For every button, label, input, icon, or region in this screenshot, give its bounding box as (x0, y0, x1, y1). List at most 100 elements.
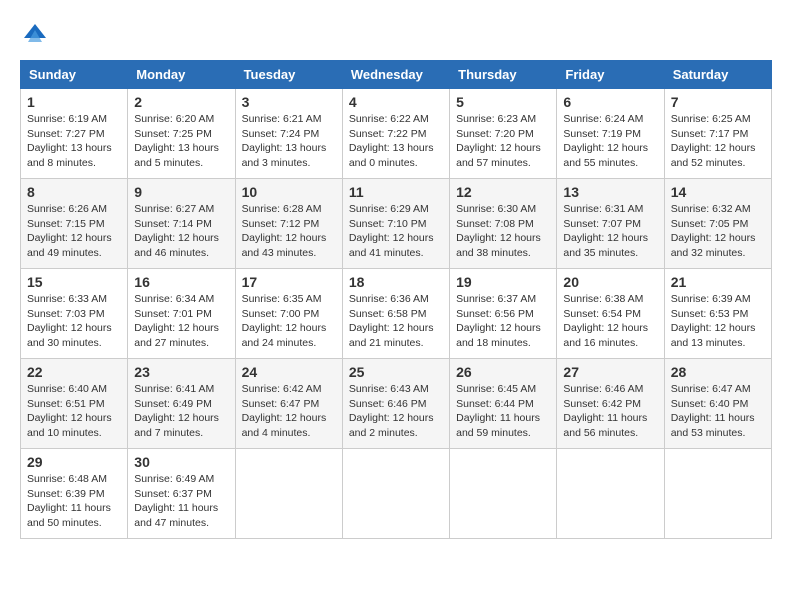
day-number: 13 (563, 184, 657, 200)
calendar-cell: 2 Sunrise: 6:20 AM Sunset: 7:25 PM Dayli… (128, 89, 235, 179)
day-info: Sunrise: 6:31 AM Sunset: 7:07 PM Dayligh… (563, 202, 657, 261)
calendar-cell: 19 Sunrise: 6:37 AM Sunset: 6:56 PM Dayl… (450, 269, 557, 359)
day-number: 28 (671, 364, 765, 380)
day-info: Sunrise: 6:47 AM Sunset: 6:40 PM Dayligh… (671, 382, 765, 441)
calendar-cell: 17 Sunrise: 6:35 AM Sunset: 7:00 PM Dayl… (235, 269, 342, 359)
day-info: Sunrise: 6:35 AM Sunset: 7:00 PM Dayligh… (242, 292, 336, 351)
calendar-cell: 22 Sunrise: 6:40 AM Sunset: 6:51 PM Dayl… (21, 359, 128, 449)
weekday-header-tuesday: Tuesday (235, 61, 342, 89)
calendar-cell (557, 449, 664, 539)
day-info: Sunrise: 6:36 AM Sunset: 6:58 PM Dayligh… (349, 292, 443, 351)
day-info: Sunrise: 6:25 AM Sunset: 7:17 PM Dayligh… (671, 112, 765, 171)
day-info: Sunrise: 6:19 AM Sunset: 7:27 PM Dayligh… (27, 112, 121, 171)
day-info: Sunrise: 6:46 AM Sunset: 6:42 PM Dayligh… (563, 382, 657, 441)
day-number: 27 (563, 364, 657, 380)
calendar-cell: 6 Sunrise: 6:24 AM Sunset: 7:19 PM Dayli… (557, 89, 664, 179)
calendar-cell: 25 Sunrise: 6:43 AM Sunset: 6:46 PM Dayl… (342, 359, 449, 449)
calendar-cell (664, 449, 771, 539)
day-number: 15 (27, 274, 121, 290)
calendar-cell: 23 Sunrise: 6:41 AM Sunset: 6:49 PM Dayl… (128, 359, 235, 449)
weekday-header-monday: Monday (128, 61, 235, 89)
day-number: 9 (134, 184, 228, 200)
calendar-cell: 15 Sunrise: 6:33 AM Sunset: 7:03 PM Dayl… (21, 269, 128, 359)
logo-icon (20, 20, 50, 50)
weekday-header-saturday: Saturday (664, 61, 771, 89)
day-info: Sunrise: 6:39 AM Sunset: 6:53 PM Dayligh… (671, 292, 765, 351)
calendar-cell: 30 Sunrise: 6:49 AM Sunset: 6:37 PM Dayl… (128, 449, 235, 539)
calendar-cell: 20 Sunrise: 6:38 AM Sunset: 6:54 PM Dayl… (557, 269, 664, 359)
day-number: 23 (134, 364, 228, 380)
day-info: Sunrise: 6:34 AM Sunset: 7:01 PM Dayligh… (134, 292, 228, 351)
calendar-cell: 26 Sunrise: 6:45 AM Sunset: 6:44 PM Dayl… (450, 359, 557, 449)
day-number: 17 (242, 274, 336, 290)
day-info: Sunrise: 6:21 AM Sunset: 7:24 PM Dayligh… (242, 112, 336, 171)
day-number: 24 (242, 364, 336, 380)
day-info: Sunrise: 6:38 AM Sunset: 6:54 PM Dayligh… (563, 292, 657, 351)
day-number: 8 (27, 184, 121, 200)
day-number: 14 (671, 184, 765, 200)
day-info: Sunrise: 6:41 AM Sunset: 6:49 PM Dayligh… (134, 382, 228, 441)
day-number: 2 (134, 94, 228, 110)
day-info: Sunrise: 6:40 AM Sunset: 6:51 PM Dayligh… (27, 382, 121, 441)
day-info: Sunrise: 6:26 AM Sunset: 7:15 PM Dayligh… (27, 202, 121, 261)
calendar-cell: 1 Sunrise: 6:19 AM Sunset: 7:27 PM Dayli… (21, 89, 128, 179)
day-info: Sunrise: 6:49 AM Sunset: 6:37 PM Dayligh… (134, 472, 228, 531)
calendar-cell: 18 Sunrise: 6:36 AM Sunset: 6:58 PM Dayl… (342, 269, 449, 359)
calendar-cell: 24 Sunrise: 6:42 AM Sunset: 6:47 PM Dayl… (235, 359, 342, 449)
day-info: Sunrise: 6:43 AM Sunset: 6:46 PM Dayligh… (349, 382, 443, 441)
calendar-table: SundayMondayTuesdayWednesdayThursdayFrid… (20, 60, 772, 539)
day-number: 21 (671, 274, 765, 290)
day-number: 6 (563, 94, 657, 110)
day-info: Sunrise: 6:30 AM Sunset: 7:08 PM Dayligh… (456, 202, 550, 261)
day-number: 30 (134, 454, 228, 470)
weekday-header-thursday: Thursday (450, 61, 557, 89)
day-info: Sunrise: 6:24 AM Sunset: 7:19 PM Dayligh… (563, 112, 657, 171)
day-info: Sunrise: 6:20 AM Sunset: 7:25 PM Dayligh… (134, 112, 228, 171)
calendar-cell: 4 Sunrise: 6:22 AM Sunset: 7:22 PM Dayli… (342, 89, 449, 179)
day-number: 25 (349, 364, 443, 380)
day-number: 10 (242, 184, 336, 200)
day-number: 18 (349, 274, 443, 290)
day-number: 4 (349, 94, 443, 110)
calendar-cell: 9 Sunrise: 6:27 AM Sunset: 7:14 PM Dayli… (128, 179, 235, 269)
weekday-header-sunday: Sunday (21, 61, 128, 89)
day-info: Sunrise: 6:27 AM Sunset: 7:14 PM Dayligh… (134, 202, 228, 261)
day-number: 22 (27, 364, 121, 380)
day-info: Sunrise: 6:32 AM Sunset: 7:05 PM Dayligh… (671, 202, 765, 261)
calendar-cell: 27 Sunrise: 6:46 AM Sunset: 6:42 PM Dayl… (557, 359, 664, 449)
day-number: 7 (671, 94, 765, 110)
day-info: Sunrise: 6:45 AM Sunset: 6:44 PM Dayligh… (456, 382, 550, 441)
day-number: 20 (563, 274, 657, 290)
day-number: 19 (456, 274, 550, 290)
calendar-cell: 14 Sunrise: 6:32 AM Sunset: 7:05 PM Dayl… (664, 179, 771, 269)
day-number: 5 (456, 94, 550, 110)
logo (20, 20, 54, 50)
weekday-header-wednesday: Wednesday (342, 61, 449, 89)
calendar-cell (235, 449, 342, 539)
calendar-cell: 21 Sunrise: 6:39 AM Sunset: 6:53 PM Dayl… (664, 269, 771, 359)
calendar-cell (450, 449, 557, 539)
day-number: 3 (242, 94, 336, 110)
calendar-cell: 16 Sunrise: 6:34 AM Sunset: 7:01 PM Dayl… (128, 269, 235, 359)
calendar-cell: 10 Sunrise: 6:28 AM Sunset: 7:12 PM Dayl… (235, 179, 342, 269)
calendar-cell: 29 Sunrise: 6:48 AM Sunset: 6:39 PM Dayl… (21, 449, 128, 539)
calendar-cell: 11 Sunrise: 6:29 AM Sunset: 7:10 PM Dayl… (342, 179, 449, 269)
day-number: 26 (456, 364, 550, 380)
day-number: 11 (349, 184, 443, 200)
day-info: Sunrise: 6:22 AM Sunset: 7:22 PM Dayligh… (349, 112, 443, 171)
day-info: Sunrise: 6:37 AM Sunset: 6:56 PM Dayligh… (456, 292, 550, 351)
calendar-cell: 8 Sunrise: 6:26 AM Sunset: 7:15 PM Dayli… (21, 179, 128, 269)
day-number: 1 (27, 94, 121, 110)
day-number: 29 (27, 454, 121, 470)
calendar-cell (342, 449, 449, 539)
day-info: Sunrise: 6:29 AM Sunset: 7:10 PM Dayligh… (349, 202, 443, 261)
day-number: 16 (134, 274, 228, 290)
day-info: Sunrise: 6:28 AM Sunset: 7:12 PM Dayligh… (242, 202, 336, 261)
calendar-cell: 12 Sunrise: 6:30 AM Sunset: 7:08 PM Dayl… (450, 179, 557, 269)
calendar-cell: 28 Sunrise: 6:47 AM Sunset: 6:40 PM Dayl… (664, 359, 771, 449)
day-info: Sunrise: 6:23 AM Sunset: 7:20 PM Dayligh… (456, 112, 550, 171)
weekday-header-friday: Friday (557, 61, 664, 89)
day-number: 12 (456, 184, 550, 200)
calendar-cell: 3 Sunrise: 6:21 AM Sunset: 7:24 PM Dayli… (235, 89, 342, 179)
page-header (20, 20, 772, 50)
